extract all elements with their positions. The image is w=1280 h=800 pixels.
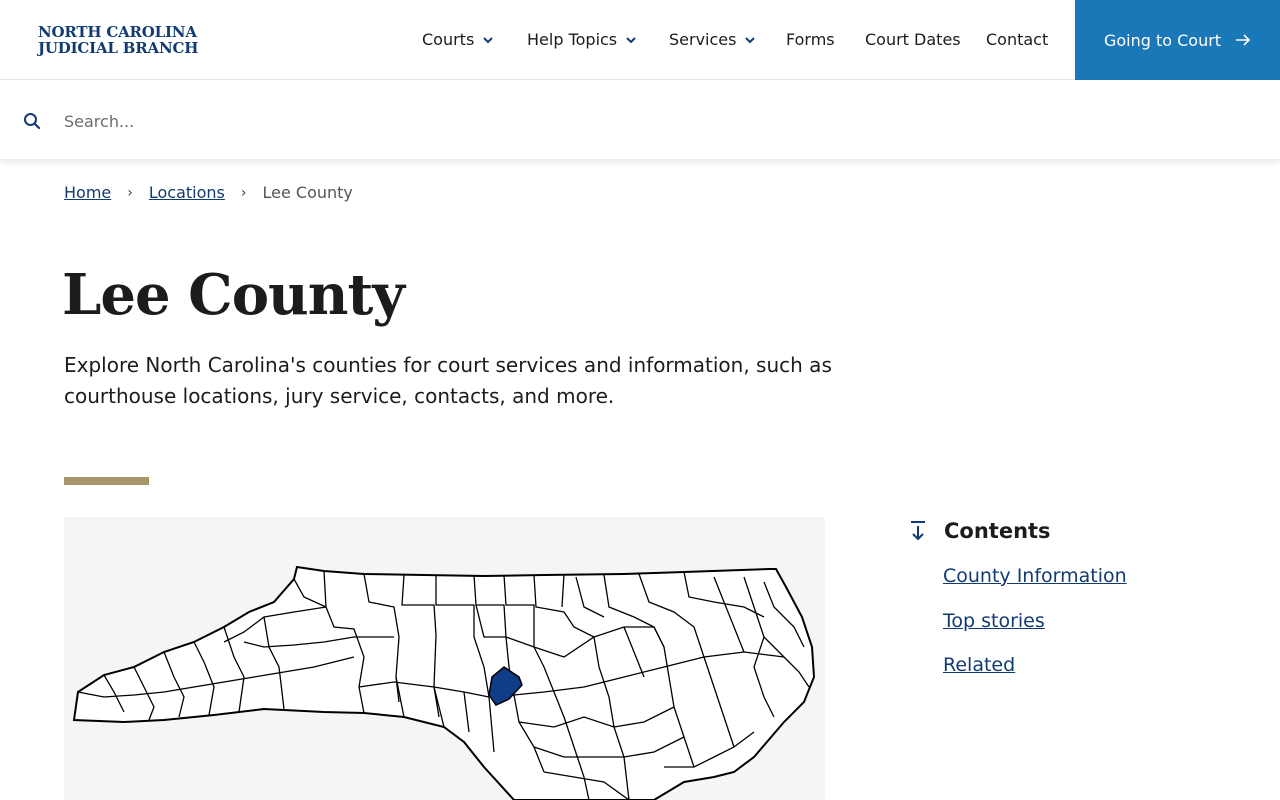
breadcrumb-separator-icon: › [240,184,247,201]
nav-contact[interactable]: Contact [986,30,1048,49]
page-title: Lee County [62,262,405,328]
breadcrumb: Home › Locations › Lee County [64,183,353,202]
nav-services[interactable]: Services [669,30,756,49]
chevron-down-icon [626,36,636,43]
search-bar [0,81,1280,160]
contents-panel: Contents County Information Top stories … [908,517,1248,699]
going-to-court-label: Going to Court [1103,30,1222,50]
contents-link-related[interactable]: Related [943,654,1015,676]
site-header: NORTH CAROLINA JUDICIAL BRANCH Courts He… [0,0,1280,80]
breadcrumb-locations[interactable]: Locations [149,183,225,202]
arrow-right-icon [1236,34,1251,46]
search-input[interactable] [64,107,1244,135]
contents-title: Contents [944,519,1051,543]
arrow-down-to-line-icon [911,521,925,541]
logo-line-2: JUDICIAL BRANCH [38,39,199,57]
state-outline [72,565,816,800]
breadcrumb-current: Lee County [262,183,353,202]
logo-line-1: NORTH CAROLINA [38,23,197,41]
accent-divider [64,477,149,485]
nc-county-map-svg [72,565,816,800]
nav-contact-label: Contact [986,30,1049,49]
contents-header: Contents [908,517,1248,545]
chevron-down-icon [483,36,494,43]
contents-item: Related [943,654,1248,699]
nav-services-label: Services [669,30,737,49]
site-logo[interactable]: NORTH CAROLINA JUDICIAL BRANCH [38,24,198,56]
nav-help-topics-label: Help Topics [527,30,618,49]
going-to-court-button[interactable]: Going to Court [1075,0,1280,80]
nav-forms[interactable]: Forms [786,30,835,49]
contents-item: County Information [943,565,1248,610]
nav-forms-label: Forms [786,30,835,49]
breadcrumb-separator-icon: › [127,184,133,201]
nav-help-topics[interactable]: Help Topics [527,30,637,49]
breadcrumb-home[interactable]: Home [64,183,111,202]
page-intro: Explore North Carolina's counties for co… [64,353,832,408]
contents-item: Top stories [943,610,1248,655]
nav-courts-label: Courts [422,30,475,49]
nav-court-dates-label: Court Dates [865,30,961,49]
chevron-down-icon [745,36,756,43]
contents-link-top-stories[interactable]: Top stories [943,610,1045,632]
contents-link-county-information[interactable]: County Information [943,565,1127,587]
nav-court-dates[interactable]: Court Dates [865,30,961,49]
search-icon[interactable] [23,112,41,130]
county-map [64,517,825,800]
contents-list: County Information Top stories Related [943,565,1248,699]
nav-courts[interactable]: Courts [422,30,494,49]
